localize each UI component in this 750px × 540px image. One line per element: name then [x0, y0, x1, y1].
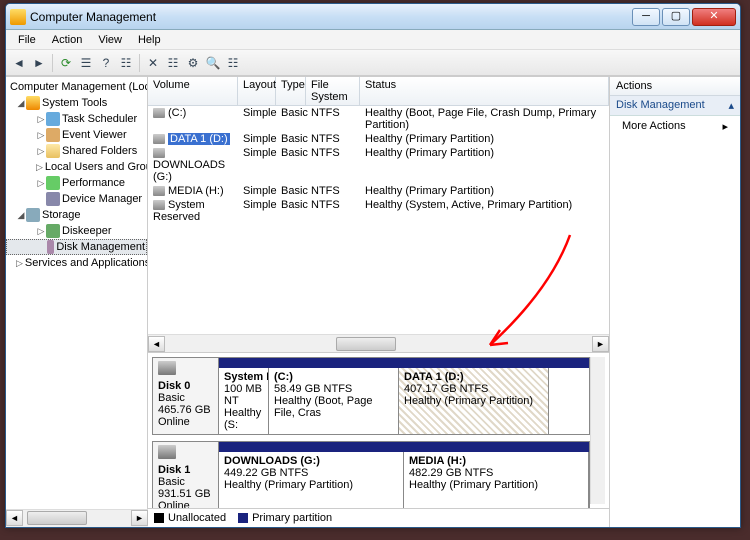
tree-storage[interactable]: ◢Storage	[6, 207, 147, 223]
tree-performance[interactable]: ▷Performance	[6, 175, 147, 191]
tree-shared-folders[interactable]: ▷Shared Folders	[6, 143, 147, 159]
actions-header: Actions	[610, 77, 740, 96]
actions-more[interactable]: More Actions▸	[610, 116, 740, 137]
menu-action[interactable]: Action	[44, 32, 91, 48]
minimize-button[interactable]: ─	[632, 8, 660, 26]
tree-disk-management[interactable]: Disk Management	[6, 239, 147, 255]
help-icon[interactable]: ?	[97, 54, 115, 72]
graphical-vscroll[interactable]	[590, 357, 605, 504]
chevron-right-icon: ▸	[722, 120, 728, 133]
disk-icon	[158, 361, 176, 375]
partition-cell[interactable]: System Re100 MB NTHealthy (S:	[219, 368, 269, 434]
legend: Unallocated Primary partition	[148, 508, 609, 527]
partition-cell[interactable]: (C:)58.49 GB NTFSHealthy (Boot, Page Fil…	[269, 368, 399, 434]
scroll-thumb[interactable]	[336, 337, 396, 351]
tree-local-users[interactable]: ▷Local Users and Groups	[6, 159, 147, 175]
collapse-icon: ▴	[728, 99, 734, 112]
menubar: File Action View Help	[6, 30, 740, 50]
view-icon[interactable]: ☷	[224, 54, 242, 72]
legend-unallocated-swatch	[154, 513, 164, 523]
menu-file[interactable]: File	[10, 32, 44, 48]
graphical-view: Disk 0Basic465.76 GBOnlineSystem Re100 M…	[148, 353, 609, 508]
scroll-right-icon[interactable]: ►	[592, 336, 609, 352]
volume-row[interactable]: DOWNLOADS (G:)SimpleBasicNTFSHealthy (Pr…	[148, 146, 609, 184]
col-status[interactable]: Status	[360, 77, 609, 105]
disk-row: Disk 1Basic931.51 GBOnlineDOWNLOADS (G:)…	[152, 441, 590, 508]
window: Computer Management ─ ▢ ✕ File Action Vi…	[5, 3, 741, 528]
col-volume[interactable]: Volume	[148, 77, 238, 105]
maximize-button[interactable]: ▢	[662, 8, 690, 26]
window-title: Computer Management	[30, 10, 632, 24]
export-icon[interactable]: ☷	[117, 54, 135, 72]
volume-row[interactable]: (C:)SimpleBasicNTFSHealthy (Boot, Page F…	[148, 106, 609, 132]
partition-cell[interactable]: MEDIA (H:)482.29 GB NTFSHealthy (Primary…	[404, 452, 589, 508]
scroll-left-icon[interactable]: ◄	[6, 510, 23, 526]
disk-info[interactable]: Disk 1Basic931.51 GBOnline	[153, 442, 219, 508]
tree-system-tools[interactable]: ◢System Tools	[6, 95, 147, 111]
scroll-left-icon[interactable]: ◄	[148, 336, 165, 352]
volume-header: Volume Layout Type File System Status	[148, 77, 609, 106]
tree-services[interactable]: ▷Services and Applications	[6, 255, 147, 271]
find-icon[interactable]: 🔍	[204, 54, 222, 72]
col-layout[interactable]: Layout	[238, 77, 276, 105]
forward-icon[interactable]: ►	[30, 54, 48, 72]
col-type[interactable]: Type	[276, 77, 306, 105]
tree-hscroll[interactable]: ◄ ►	[6, 509, 148, 527]
tree-diskeeper[interactable]: ▷Diskeeper	[6, 223, 147, 239]
volume-hscroll[interactable]: ◄ ►	[148, 334, 609, 352]
volume-row[interactable]: DATA 1 (D:)SimpleBasicNTFSHealthy (Prima…	[148, 132, 609, 146]
tree-device-manager[interactable]: Device Manager	[6, 191, 147, 207]
refresh-icon[interactable]: ⟳	[57, 54, 75, 72]
delete-icon[interactable]: ✕	[144, 54, 162, 72]
actions-panel: Actions Disk Management▴ More Actions▸	[610, 77, 740, 527]
partition-cell[interactable]: DATA 1 (D:)407.17 GB NTFSHealthy (Primar…	[399, 368, 549, 434]
volume-row[interactable]: MEDIA (H:)SimpleBasicNTFSHealthy (Primar…	[148, 184, 609, 198]
scroll-right-icon[interactable]: ►	[131, 510, 148, 526]
tree-panel: Computer Management (Local ◢System Tools…	[6, 77, 148, 527]
titlebar[interactable]: Computer Management ─ ▢ ✕	[6, 4, 740, 30]
menu-help[interactable]: Help	[130, 32, 169, 48]
main-panel: Volume Layout Type File System Status (C…	[148, 77, 610, 527]
app-icon	[10, 9, 26, 25]
tree-root[interactable]: Computer Management (Local	[6, 79, 147, 95]
actions-category[interactable]: Disk Management▴	[610, 96, 740, 116]
back-icon[interactable]: ◄	[10, 54, 28, 72]
partition-cell[interactable]: DOWNLOADS (G:)449.22 GB NTFSHealthy (Pri…	[219, 452, 404, 508]
tree-task-scheduler[interactable]: ▷Task Scheduler	[6, 111, 147, 127]
disk-info[interactable]: Disk 0Basic465.76 GBOnline	[153, 358, 219, 434]
drive-icon	[153, 148, 165, 158]
properties-icon[interactable]: ☰	[77, 54, 95, 72]
legend-primary-swatch	[238, 513, 248, 523]
drive-icon	[153, 134, 165, 144]
tree-event-viewer[interactable]: ▷Event Viewer	[6, 127, 147, 143]
toolbar: ◄ ► ⟳ ☰ ? ☷ ✕ ☷ ⚙ 🔍 ☷	[6, 50, 740, 76]
menu-view[interactable]: View	[90, 32, 130, 48]
volume-row[interactable]: System ReservedSimpleBasicNTFSHealthy (S…	[148, 198, 609, 224]
volume-list: Volume Layout Type File System Status (C…	[148, 77, 609, 353]
close-button[interactable]: ✕	[692, 8, 736, 26]
drive-icon	[153, 200, 165, 210]
settings-icon[interactable]: ☷	[164, 54, 182, 72]
action-icon[interactable]: ⚙	[184, 54, 202, 72]
col-fs[interactable]: File System	[306, 77, 360, 105]
scroll-thumb[interactable]	[27, 511, 87, 525]
disk-row: Disk 0Basic465.76 GBOnlineSystem Re100 M…	[152, 357, 590, 435]
drive-icon	[153, 108, 165, 118]
disk-icon	[158, 445, 176, 459]
drive-icon	[153, 186, 165, 196]
